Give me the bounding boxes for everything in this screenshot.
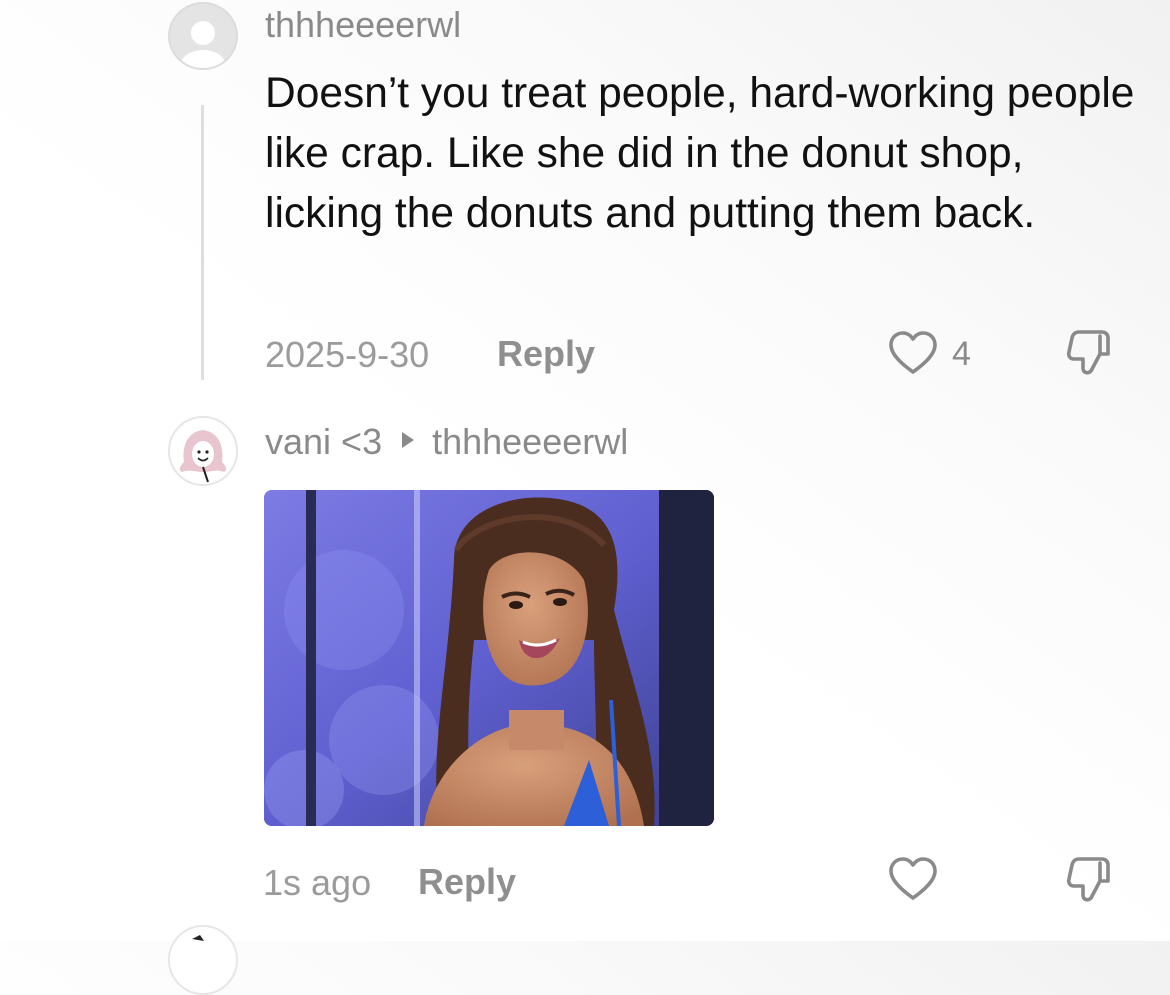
thread-line xyxy=(201,105,204,380)
heart-outline-icon[interactable] xyxy=(887,330,939,381)
thumbs-down-icon[interactable] xyxy=(1063,327,1119,384)
comment-1-text: Doesn’t you treat people, hard-working p… xyxy=(265,70,1135,237)
comment-2-reply-button[interactable]: Reply xyxy=(418,861,516,903)
comment-1-reply-button[interactable]: Reply xyxy=(497,333,595,375)
comment-1-like-count: 4 xyxy=(952,335,971,373)
play-arrow-icon xyxy=(400,430,416,455)
comment-2-reply-to-username[interactable]: thhheeeerwl xyxy=(432,421,628,463)
avatar-icon xyxy=(192,935,204,941)
default-avatar-icon xyxy=(181,21,225,68)
comment-2-photo[interactable] xyxy=(264,490,714,826)
comment-2-user-row: vani <3 thhheeeerwl xyxy=(265,421,628,463)
comment-1-avatar[interactable] xyxy=(168,2,238,70)
heart-outline-icon[interactable] xyxy=(887,856,939,907)
woman-photo-image xyxy=(264,490,714,826)
comment-2-time: 1s ago xyxy=(263,862,372,903)
drawn-girl-avatar-icon xyxy=(179,430,227,483)
next-comment-avatar[interactable] xyxy=(168,925,238,995)
comment-1-date: 2025-9-30 xyxy=(265,334,430,375)
comment-2-avatar[interactable] xyxy=(168,416,238,486)
thumbs-down-icon[interactable] xyxy=(1063,854,1119,911)
comment-1-username[interactable]: thhheeeerwl xyxy=(265,4,461,46)
comment-2-username[interactable]: vani <3 xyxy=(265,421,382,463)
